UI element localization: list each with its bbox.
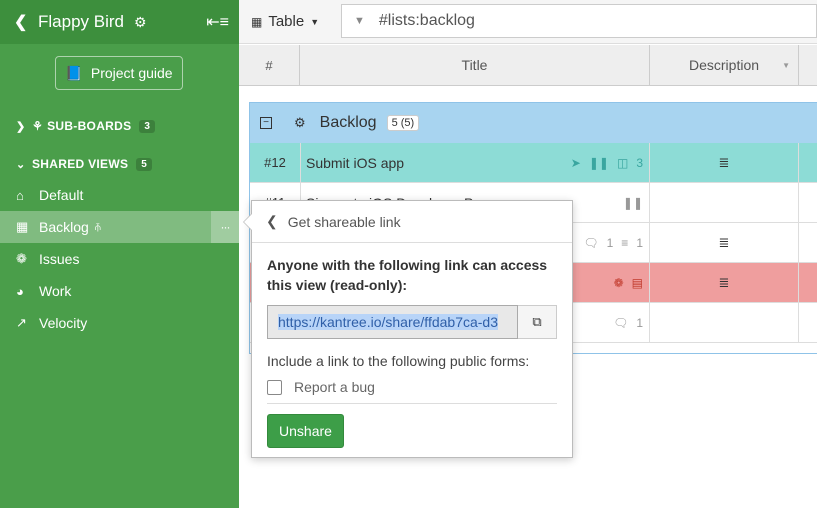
- columns-icon: ◫: [616, 155, 629, 170]
- shared-views-count: 5: [136, 157, 153, 171]
- shared-views-label: SHARED VIEWS: [32, 157, 129, 171]
- caret-down-icon: ▼: [310, 16, 320, 27]
- dashboard-icon: ◕: [16, 283, 24, 299]
- view-type-label: Table: [268, 13, 305, 30]
- unshare-button[interactable]: Unshare: [267, 414, 344, 448]
- sub-items-count: 3: [636, 155, 643, 170]
- home-icon: ⌂: [16, 187, 24, 203]
- pause-icon: ❚❚: [588, 155, 609, 170]
- inbox-icon: ▤: [631, 275, 643, 290]
- group-header: − ⚙ Backlog 5 (5): [250, 103, 817, 143]
- sidebar-item-label: Default: [39, 187, 84, 203]
- row-title-cell[interactable]: Submit iOS app ➤ ❚❚ ◫ 3: [301, 143, 650, 182]
- group-settings-icon[interactable]: ⚙: [294, 115, 306, 131]
- sidebar-item-backlog[interactable]: ▦ Backlog ⫚ ···: [0, 211, 239, 243]
- grid-icon: ▦: [16, 219, 29, 234]
- bug-icon: ❁: [613, 275, 624, 290]
- column-header-number[interactable]: #: [239, 45, 300, 85]
- row-description-cell[interactable]: ≣: [650, 223, 799, 262]
- copy-link-button[interactable]: ⧉: [518, 305, 557, 339]
- board-settings-icon[interactable]: ⚙: [134, 14, 147, 31]
- column-header-description-label: Description: [688, 57, 760, 73]
- share-icon: ⫚: [94, 221, 101, 233]
- sidebar-item-issues[interactable]: ❁ Issues: [0, 243, 239, 275]
- description-icon: ≣: [718, 154, 730, 170]
- column-header-title[interactable]: Title: [300, 45, 650, 85]
- sidebar: ❮ Flappy Bird ⚙ ⇤≡ 📘 Project guide ❯ ⚘ S…: [0, 0, 239, 508]
- board-header: ❮ Flappy Bird ⚙ ⇤≡: [0, 0, 239, 44]
- board-title[interactable]: Flappy Bird: [38, 12, 124, 32]
- popover-title: Get shareable link: [287, 213, 401, 230]
- shared-views-list: ⌂ Default ▦ Backlog ⫚ ··· ❁ Issues ◕ Wor…: [0, 179, 239, 339]
- book-icon: 📘: [65, 64, 83, 81]
- sidebar-item-label: Work: [39, 283, 72, 299]
- row-description-cell[interactable]: [650, 303, 799, 342]
- sidebar-item-label: Backlog: [39, 219, 89, 235]
- checklist-count: 1: [636, 235, 643, 250]
- collapse-group-icon[interactable]: −: [260, 117, 272, 129]
- checklist-icon: ≡: [621, 235, 629, 250]
- group-count-badge: 5 (5): [386, 115, 420, 131]
- table-row[interactable]: #12 Submit iOS app ➤ ❚❚ ◫ 3 ≣: [250, 143, 817, 183]
- copy-icon: ⧉: [532, 314, 542, 329]
- comment-count: 1: [606, 235, 614, 250]
- back-icon[interactable]: ❮: [14, 12, 38, 32]
- row-number: #12: [250, 143, 301, 182]
- description-icon: ≣: [718, 234, 730, 250]
- share-link-popover: ❮ Get shareable link Anyone with the fol…: [243, 200, 573, 458]
- shared-views-section[interactable]: ⌄ SHARED VIEWS 5: [0, 153, 239, 175]
- row-description-cell[interactable]: [650, 183, 799, 222]
- pause-icon: ❚❚: [622, 195, 643, 210]
- bug-icon: ❁: [16, 251, 27, 266]
- chevron-left-icon[interactable]: ❮: [266, 213, 278, 230]
- comment-icon: 🗨: [613, 315, 629, 330]
- comment-count: 1: [636, 315, 643, 330]
- group-name: Backlog: [319, 114, 377, 131]
- view-type-dropdown[interactable]: ▦ Table ▼: [239, 13, 335, 30]
- row-title: Submit iOS app: [306, 154, 405, 171]
- comment-icon: 🗨: [583, 235, 599, 250]
- filter-icon: ▼: [354, 15, 365, 27]
- public-forms-label: Include a link to the following public f…: [267, 353, 530, 369]
- row-description-cell[interactable]: ≣: [650, 263, 799, 302]
- sort-caret-icon[interactable]: ▼: [782, 61, 790, 70]
- chevron-down-icon: ⌄: [16, 158, 26, 171]
- table-icon: ▦: [251, 14, 263, 29]
- share-link-value: https://kantree.io/share/ffdab7ca-d3: [278, 314, 498, 330]
- filter-value: #lists:backlog: [378, 12, 475, 29]
- form-option-label: Report a bug: [294, 379, 375, 395]
- line-chart-icon: ↗: [16, 315, 27, 330]
- sidebar-item-label: Velocity: [39, 315, 88, 331]
- popover-header[interactable]: ❮ Get shareable link: [252, 201, 572, 243]
- toolbar: ▦ Table ▼ ▼ #lists:backlog: [239, 0, 817, 44]
- collapse-sidebar-icon[interactable]: ⇤≡: [206, 12, 229, 32]
- project-guide-label: Project guide: [90, 65, 173, 81]
- filter-input[interactable]: ▼ #lists:backlog: [341, 4, 817, 38]
- rocket-icon: ➤: [570, 155, 581, 170]
- sub-boards-label: SUB-BOARDS: [47, 119, 132, 133]
- form-option-report-bug[interactable]: Report a bug: [267, 379, 557, 404]
- row-description-cell[interactable]: ≣: [650, 143, 799, 182]
- sub-boards-count: 3: [139, 119, 156, 133]
- table-header: # Title Description ▼: [239, 45, 817, 86]
- project-guide-button[interactable]: 📘 Project guide: [55, 56, 183, 90]
- sitemap-icon: ⚘: [32, 119, 44, 133]
- share-link-group: https://kantree.io/share/ffdab7ca-d3 ⧉: [267, 305, 557, 339]
- description-icon: ≣: [718, 274, 730, 290]
- sidebar-item-velocity[interactable]: ↗ Velocity: [0, 307, 239, 339]
- sub-boards-section[interactable]: ❯ ⚘ SUB-BOARDS 3: [0, 115, 239, 137]
- sidebar-item-default[interactable]: ⌂ Default: [0, 179, 239, 211]
- column-header-description[interactable]: Description ▼: [650, 45, 799, 85]
- sidebar-item-label: Issues: [39, 251, 80, 267]
- sidebar-item-work[interactable]: ◕ Work: [0, 275, 239, 307]
- report-bug-checkbox[interactable]: [267, 379, 282, 395]
- chevron-right-icon: ❯: [16, 120, 26, 133]
- share-link-input[interactable]: https://kantree.io/share/ffdab7ca-d3: [267, 305, 518, 339]
- share-description: Anyone with the following link can acces…: [267, 257, 548, 293]
- more-options-button[interactable]: ···: [211, 211, 239, 243]
